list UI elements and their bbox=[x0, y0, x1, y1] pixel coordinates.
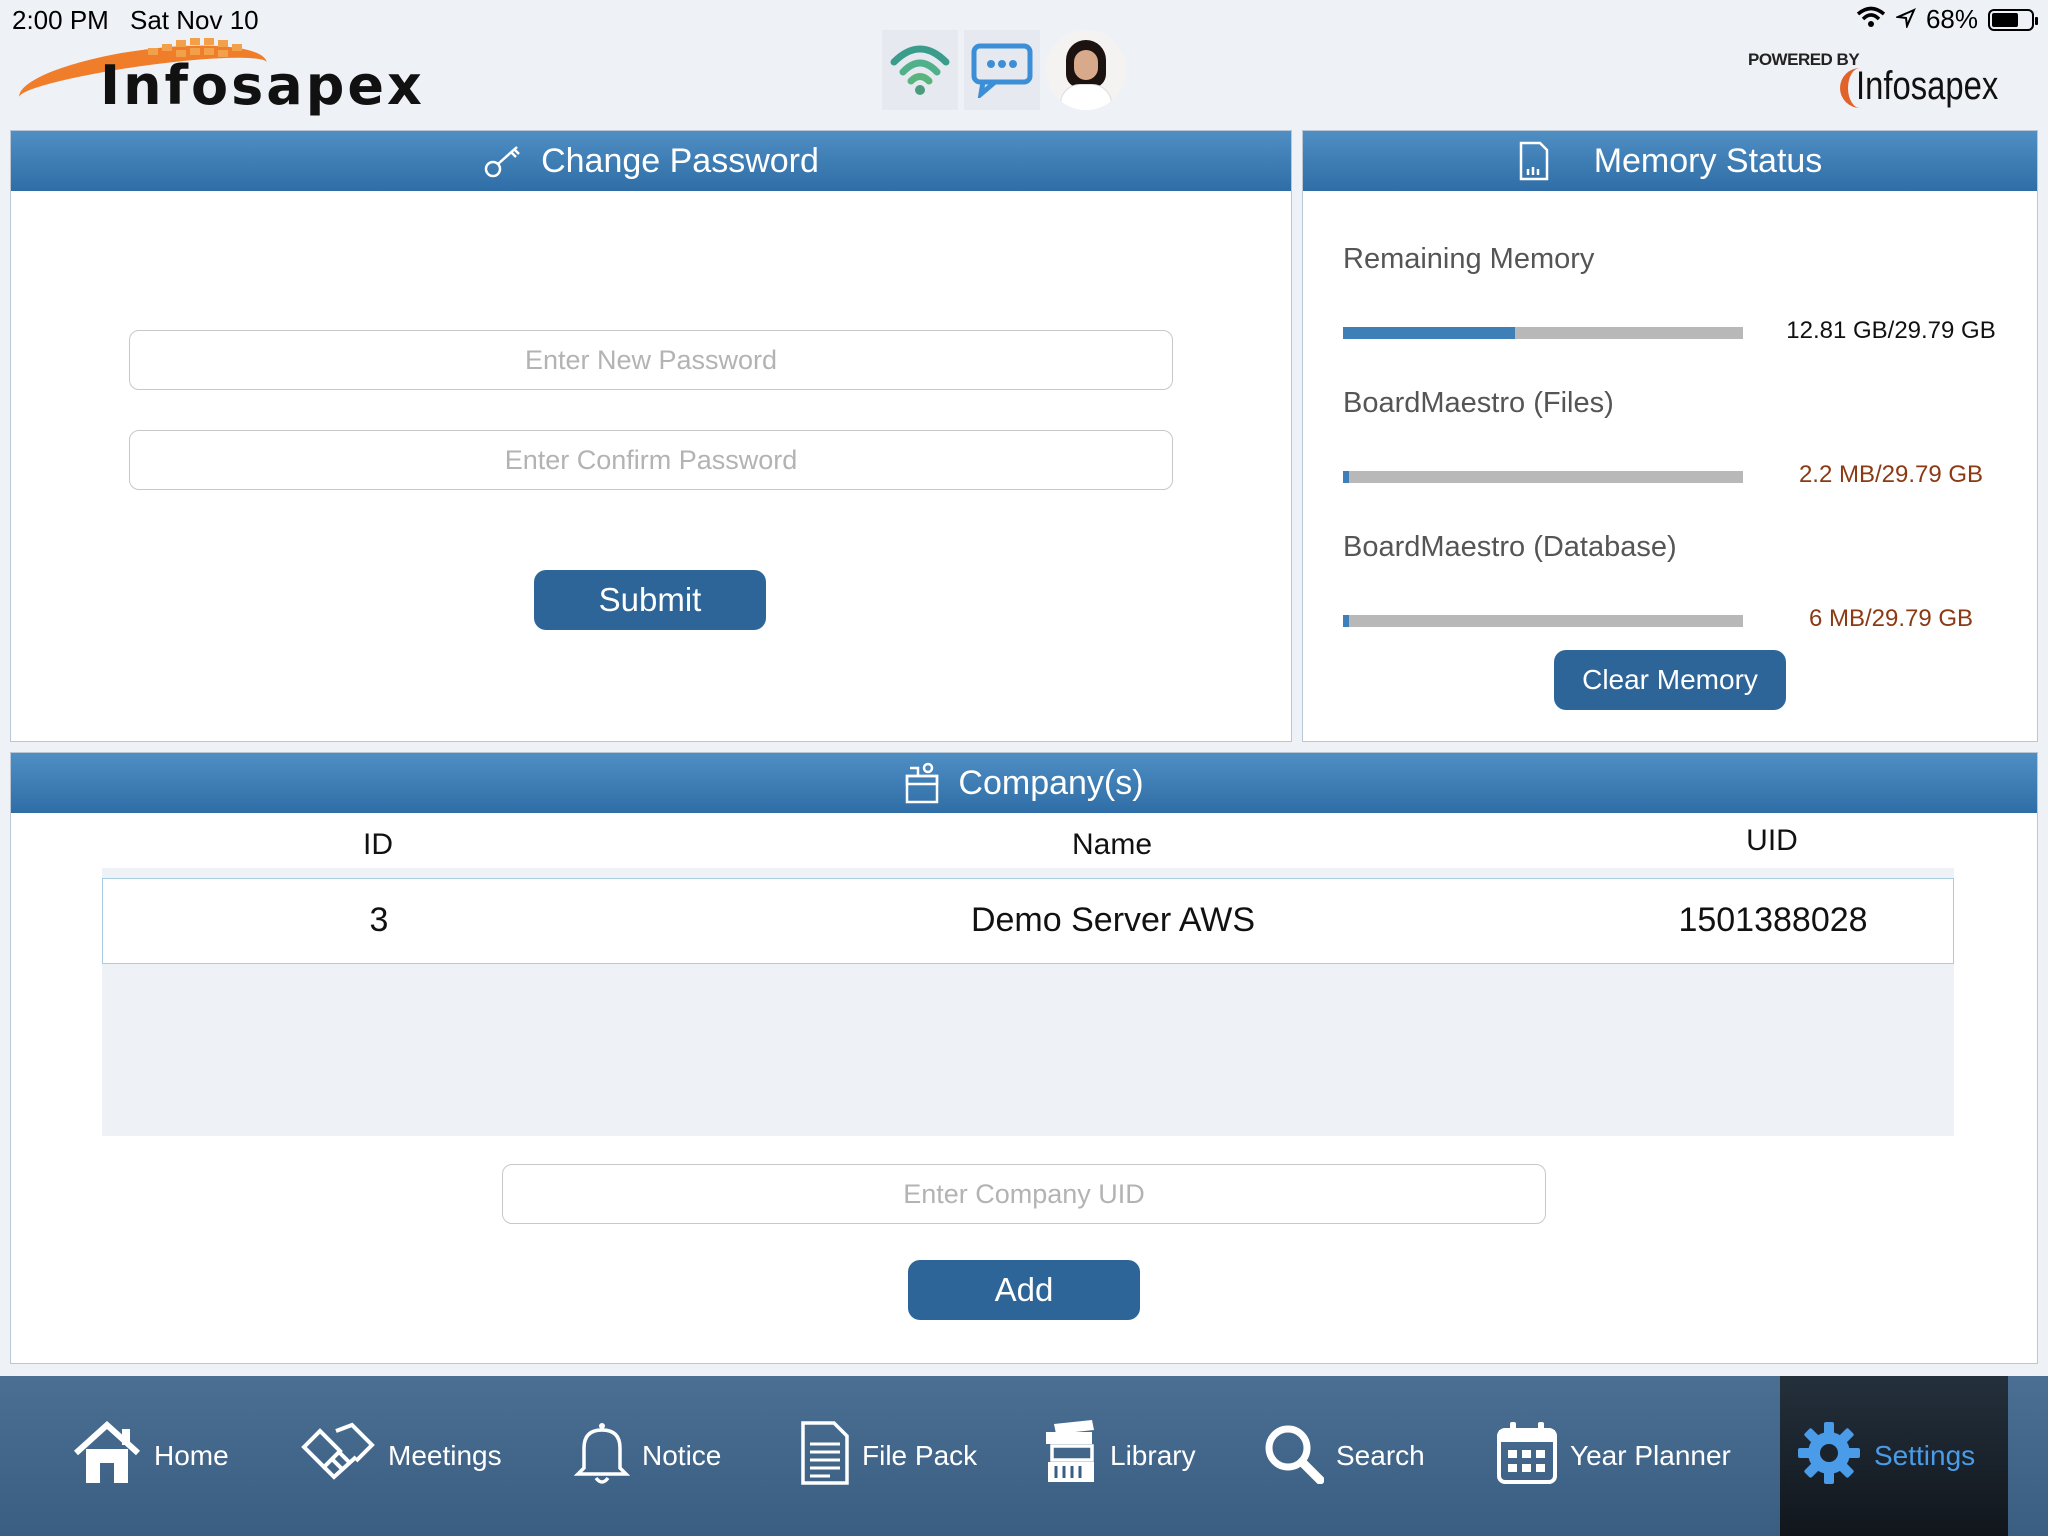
database-memory-value: 6 MB/29.79 GB bbox=[1808, 605, 1974, 632]
add-company-button[interactable]: Add bbox=[908, 1260, 1140, 1320]
column-header-uid: UID bbox=[1746, 824, 1798, 857]
row-id-cell: 3 bbox=[369, 901, 389, 939]
companies-header: Company(s) bbox=[11, 753, 2037, 813]
clear-memory-button[interactable]: Clear Memory bbox=[1554, 650, 1786, 710]
battery-percent: 68% bbox=[1925, 4, 1978, 34]
home-icon bbox=[72, 1420, 142, 1492]
tab-label: Meetings bbox=[388, 1440, 502, 1471]
database-memory-bar bbox=[1343, 615, 1743, 627]
confirm-password-input[interactable] bbox=[129, 430, 1173, 490]
tab-library[interactable]: Library bbox=[1044, 1376, 1196, 1536]
tab-search[interactable]: Search bbox=[1262, 1376, 1425, 1536]
row-name-cell: Demo Server AWS bbox=[970, 901, 1256, 939]
files-memory-bar bbox=[1343, 471, 1743, 483]
tab-file-pack[interactable]: File Pack bbox=[800, 1376, 977, 1536]
bell-icon bbox=[573, 1420, 631, 1493]
tab-label: Search bbox=[1336, 1440, 1425, 1471]
user-avatar[interactable] bbox=[1046, 30, 1126, 110]
document-icon bbox=[800, 1420, 850, 1493]
handshake-icon bbox=[300, 1421, 376, 1492]
column-header-id: ID bbox=[363, 828, 393, 861]
powered-by-logo: POWERED BY Infosapex bbox=[1748, 38, 2008, 118]
remaining-memory-bar bbox=[1343, 327, 1743, 339]
logo-wordmark: Infosapex bbox=[100, 54, 425, 117]
tab-settings[interactable]: Settings bbox=[1780, 1376, 2008, 1536]
memory-status-panel: Memory Status Remaining Memory 12.81 GB/… bbox=[1302, 130, 2038, 742]
company-building-icon bbox=[904, 762, 940, 804]
tab-home[interactable]: Home bbox=[72, 1376, 229, 1536]
books-icon bbox=[1044, 1419, 1098, 1493]
memory-status-header: Memory Status bbox=[1303, 131, 2037, 191]
tab-label: Year Planner bbox=[1570, 1440, 1731, 1471]
row-uid-cell: 1501388028 bbox=[1678, 901, 1868, 939]
change-password-header: Change Password bbox=[11, 131, 1291, 191]
brand-logo: Infosapex bbox=[15, 32, 498, 128]
remaining-memory-value: 12.81 GB/29.79 GB bbox=[1786, 317, 1996, 344]
tab-label: Home bbox=[154, 1440, 229, 1471]
companies-title: Company(s) bbox=[958, 763, 1144, 802]
files-memory-value: 2.2 MB/29.79 GB bbox=[1798, 461, 1984, 488]
files-memory-label: BoardMaestro (Files) bbox=[1343, 387, 1614, 419]
tab-notice[interactable]: Notice bbox=[573, 1376, 722, 1536]
companies-table-body: 3 Demo Server AWS 1501388028 bbox=[102, 868, 1954, 1136]
powered-by-text: POWERED BY bbox=[1748, 50, 1860, 69]
header-icons bbox=[882, 30, 1126, 110]
status-date: Sat Nov 10 bbox=[130, 5, 259, 35]
wifi-status-icon bbox=[1856, 4, 1886, 35]
change-password-title: Change Password bbox=[541, 141, 819, 180]
submit-button[interactable]: Submit bbox=[534, 570, 766, 630]
company-uid-input[interactable] bbox=[502, 1164, 1546, 1224]
database-memory-label: BoardMaestro (Database) bbox=[1343, 531, 1677, 563]
gear-icon bbox=[1796, 1420, 1862, 1493]
status-time: 2:00 PM bbox=[12, 5, 109, 35]
battery-icon bbox=[1988, 8, 2038, 31]
column-header-name: Name bbox=[1071, 828, 1153, 861]
tab-label: Settings bbox=[1874, 1440, 1976, 1471]
chat-icon[interactable] bbox=[964, 30, 1040, 110]
sd-card-icon bbox=[1518, 141, 1550, 181]
remaining-memory-label: Remaining Memory bbox=[1343, 243, 1595, 275]
key-icon bbox=[483, 143, 523, 179]
tab-label: Library bbox=[1110, 1440, 1196, 1471]
memory-status-title: Memory Status bbox=[1593, 141, 1823, 180]
new-password-input[interactable] bbox=[129, 330, 1173, 390]
wifi-connection-icon[interactable] bbox=[882, 30, 958, 110]
status-indicators: 68% bbox=[1856, 4, 2038, 35]
tab-label: File Pack bbox=[862, 1440, 978, 1471]
tab-year-planner[interactable]: Year Planner bbox=[1496, 1376, 1731, 1536]
search-icon bbox=[1262, 1422, 1325, 1491]
bottom-tab-bar: Home Meetings Notice File Pack Library S… bbox=[0, 1376, 2048, 1536]
location-arrow-icon bbox=[1894, 4, 1916, 35]
tab-label: Notice bbox=[642, 1440, 722, 1471]
companies-table-header: ID Name UID bbox=[102, 822, 1954, 868]
tab-meetings[interactable]: Meetings bbox=[300, 1376, 502, 1536]
powered-by-wordmark: Infosapex bbox=[1856, 64, 1999, 108]
calendar-icon bbox=[1496, 1420, 1558, 1493]
change-password-panel: Change Password Submit bbox=[10, 130, 1292, 742]
table-row[interactable]: 3 Demo Server AWS 1501388028 bbox=[102, 878, 1954, 964]
